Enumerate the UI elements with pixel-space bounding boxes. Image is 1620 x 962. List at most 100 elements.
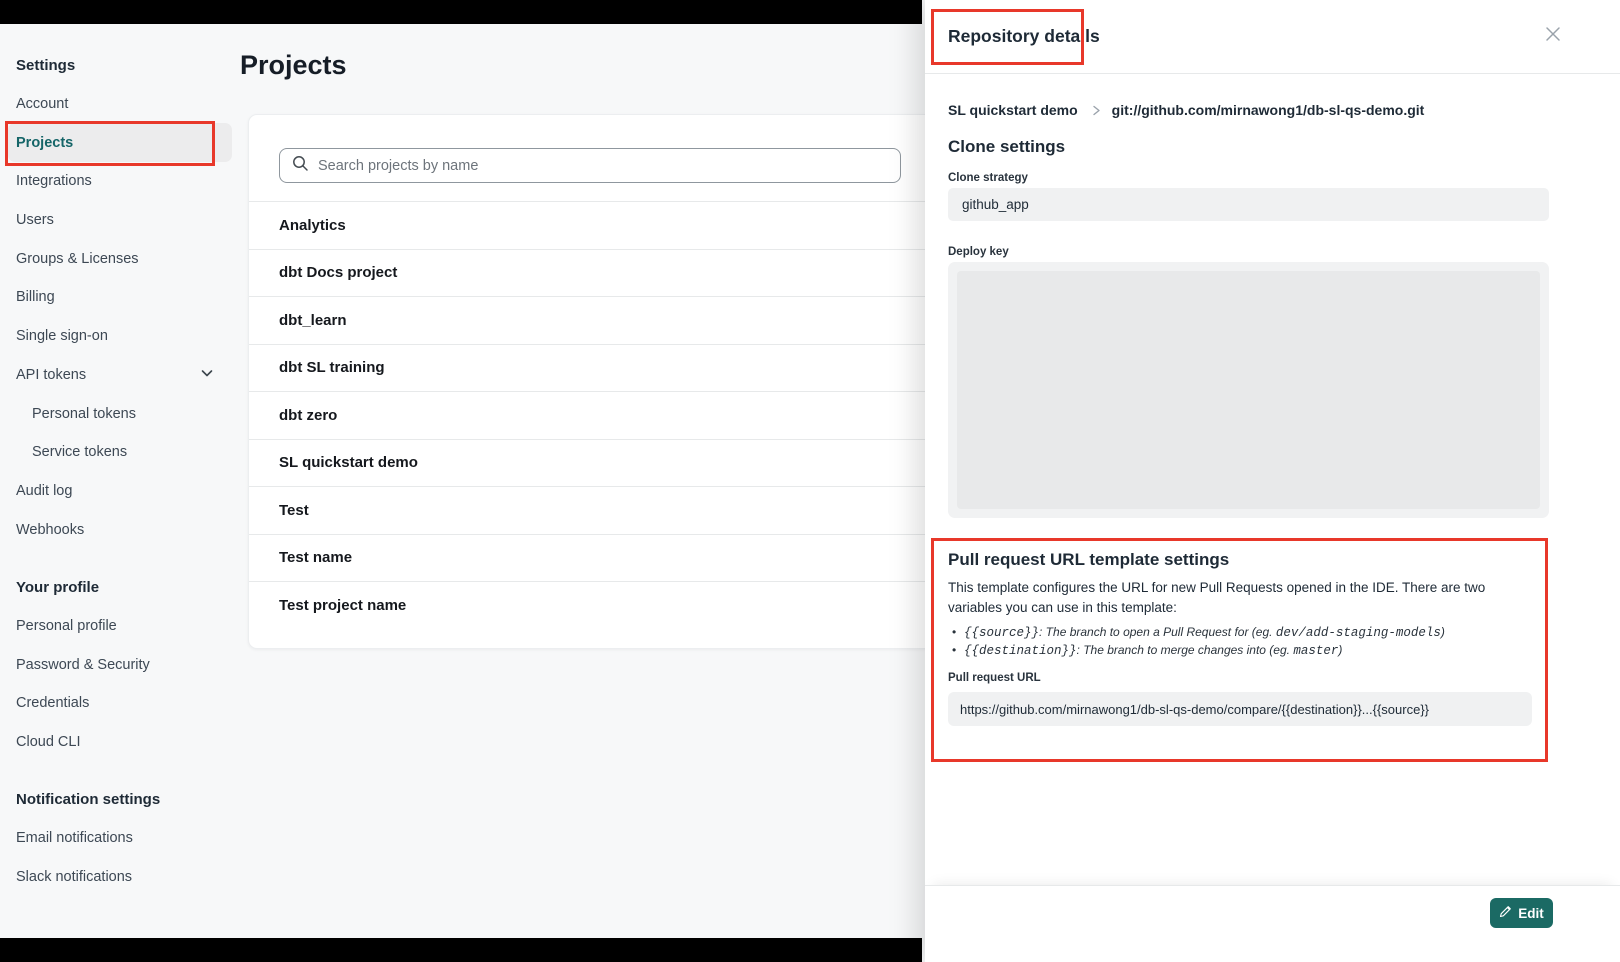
sidebar-item: Your profile <box>0 568 248 607</box>
sidebar-item: Settings <box>0 46 248 85</box>
sidebar-item[interactable]: Credentials <box>0 684 248 723</box>
sidebar-item[interactable]: Service tokens <box>0 433 248 472</box>
panel-title: Repository details <box>948 26 1100 47</box>
sidebar-item[interactable]: Audit log <box>0 472 248 511</box>
pull-request-url-label: Pull request URL <box>948 672 1529 684</box>
sidebar-item-label: Billing <box>16 289 55 305</box>
sidebar-item-label: Notification settings <box>16 791 160 808</box>
clone-strategy-label: Clone strategy <box>948 172 1028 184</box>
sidebar-item-label: Service tokens <box>32 444 127 460</box>
pull-request-url-text: https://github.com/mirnawong1/db-sl-qs-d… <box>960 702 1429 717</box>
panel-footer: Edit <box>925 885 1620 962</box>
sidebar-item[interactable]: Account <box>0 85 248 124</box>
pr-variable-desc: : The branch to merge changes into (eg. <box>1077 643 1294 657</box>
project-row[interactable]: dbt Docs project <box>249 249 947 297</box>
pr-template-variables: {{source}}: The branch to open a Pull Re… <box>948 624 1529 659</box>
pr-variable-bullet: {{destination}}: The branch to merge cha… <box>948 642 1529 660</box>
clone-settings-heading: Clone settings <box>948 137 1065 157</box>
breadcrumb: SL quickstart demo git://github.com/mirn… <box>948 102 1424 118</box>
project-row[interactable]: Test name <box>249 534 947 582</box>
sidebar-item[interactable]: Integrations <box>0 162 248 201</box>
project-name: dbt SL training <box>279 359 385 376</box>
pr-variable-desc: : The branch to open a Pull Request for … <box>1039 625 1276 639</box>
breadcrumb-repo-url: git://github.com/mirnawong1/db-sl-qs-dem… <box>1112 102 1425 118</box>
deploy-key-field <box>948 262 1549 518</box>
settings-sidebar: Settings Account Projects <box>0 24 248 896</box>
deploy-key-redacted-value <box>957 271 1540 509</box>
sidebar-item[interactable]: API tokens <box>0 356 248 395</box>
pr-variable-name: {{destination}} <box>964 644 1077 658</box>
sidebar-item-label: Credentials <box>16 695 89 711</box>
sidebar-item[interactable]: Webhooks <box>0 510 248 549</box>
sidebar-item[interactable]: Billing <box>0 278 248 317</box>
edit-button[interactable]: Edit <box>1490 898 1553 928</box>
sidebar-item[interactable]: Slack notifications <box>0 858 248 897</box>
project-name: Test <box>279 502 309 519</box>
sidebar-item-label: Integrations <box>16 173 92 189</box>
sidebar-item[interactable]: Groups & Licenses <box>0 239 248 278</box>
sidebar-item[interactable]: Single sign-on <box>0 317 248 356</box>
clone-strategy-value: github_app <box>948 188 1549 221</box>
project-row[interactable]: Test project name <box>249 581 947 629</box>
project-row[interactable]: Test <box>249 486 947 534</box>
project-name: dbt_learn <box>279 312 347 329</box>
pr-template-heading: Pull request URL template settings <box>948 550 1529 570</box>
project-row[interactable]: dbt_learn <box>249 296 947 344</box>
pr-variable-example: dev/add-staging-models <box>1276 626 1441 640</box>
sidebar-item: Notification settings <box>0 780 248 819</box>
projects-card: Analytics dbt Docs project dbt_learn dbt… <box>248 114 948 649</box>
sidebar-item[interactable]: Personal profile <box>0 607 248 646</box>
project-row[interactable]: SL quickstart demo <box>249 439 947 487</box>
project-row[interactable]: dbt zero <box>249 391 947 439</box>
page-title: Projects <box>240 46 347 84</box>
breadcrumb-project[interactable]: SL quickstart demo <box>948 102 1078 118</box>
edit-button-label: Edit <box>1518 906 1544 921</box>
sidebar-item-label: Slack notifications <box>16 869 132 885</box>
project-name: dbt Docs project <box>279 264 397 281</box>
deploy-key-label: Deploy key <box>948 246 1009 258</box>
pr-variable-close: ) <box>1338 643 1342 657</box>
close-icon[interactable] <box>1543 24 1563 44</box>
pr-variable-close: ) <box>1441 625 1445 639</box>
chevron-down-icon[interactable] <box>200 366 214 384</box>
repository-details-panel: Repository details SL quickstart demo gi… <box>925 0 1620 962</box>
pr-variable-example: master <box>1293 644 1338 658</box>
sidebar-item[interactable]: Projects <box>0 123 248 162</box>
sidebar-item-label: Email notifications <box>16 830 133 846</box>
breadcrumb-chevron-icon <box>1092 104 1101 117</box>
bottom-letterbox-bar <box>0 938 922 962</box>
pull-request-url-value: https://github.com/mirnawong1/db-sl-qs-d… <box>948 692 1532 726</box>
sidebar-item-label: Projects <box>16 135 73 151</box>
top-letterbox-bar <box>0 0 922 24</box>
sidebar-item-label: Personal tokens <box>32 406 136 422</box>
panel-header-divider <box>925 73 1620 74</box>
sidebar-item-label: Users <box>16 212 54 228</box>
pr-template-description: This template configures the URL for new… <box>948 578 1536 618</box>
sidebar-item[interactable]: Cloud CLI <box>0 723 248 762</box>
sidebar-item-label: Your profile <box>16 579 99 596</box>
project-search[interactable] <box>279 148 901 183</box>
sidebar-item-label: Settings <box>16 57 75 74</box>
sidebar-item[interactable]: Personal tokens <box>0 394 248 433</box>
clone-strategy-text: github_app <box>962 197 1029 212</box>
sidebar-item-label: Audit log <box>16 483 72 499</box>
sidebar-item-label: Password & Security <box>16 657 150 673</box>
project-name: dbt zero <box>279 407 337 424</box>
project-name: Analytics <box>279 217 346 234</box>
sidebar-item-label: Cloud CLI <box>16 734 80 750</box>
pr-variable-bullet: {{source}}: The branch to open a Pull Re… <box>948 624 1529 642</box>
sidebar-item-label: Webhooks <box>16 522 84 538</box>
pencil-icon <box>1499 905 1512 921</box>
search-icon <box>292 155 309 177</box>
sidebar-item-label: Single sign-on <box>16 328 108 344</box>
sidebar-item[interactable]: Password & Security <box>0 645 248 684</box>
sidebar-item[interactable]: Email notifications <box>0 819 248 858</box>
project-row[interactable]: dbt SL training <box>249 344 947 392</box>
search-input[interactable] <box>318 158 900 174</box>
project-row[interactable]: Analytics <box>249 201 947 249</box>
sidebar-item-label: Groups & Licenses <box>16 251 139 267</box>
project-list: Analytics dbt Docs project dbt_learn dbt… <box>249 201 947 629</box>
sidebar-item[interactable]: Users <box>0 201 248 240</box>
pr-variable-name: {{source}} <box>964 626 1039 640</box>
project-name: Test name <box>279 549 352 566</box>
